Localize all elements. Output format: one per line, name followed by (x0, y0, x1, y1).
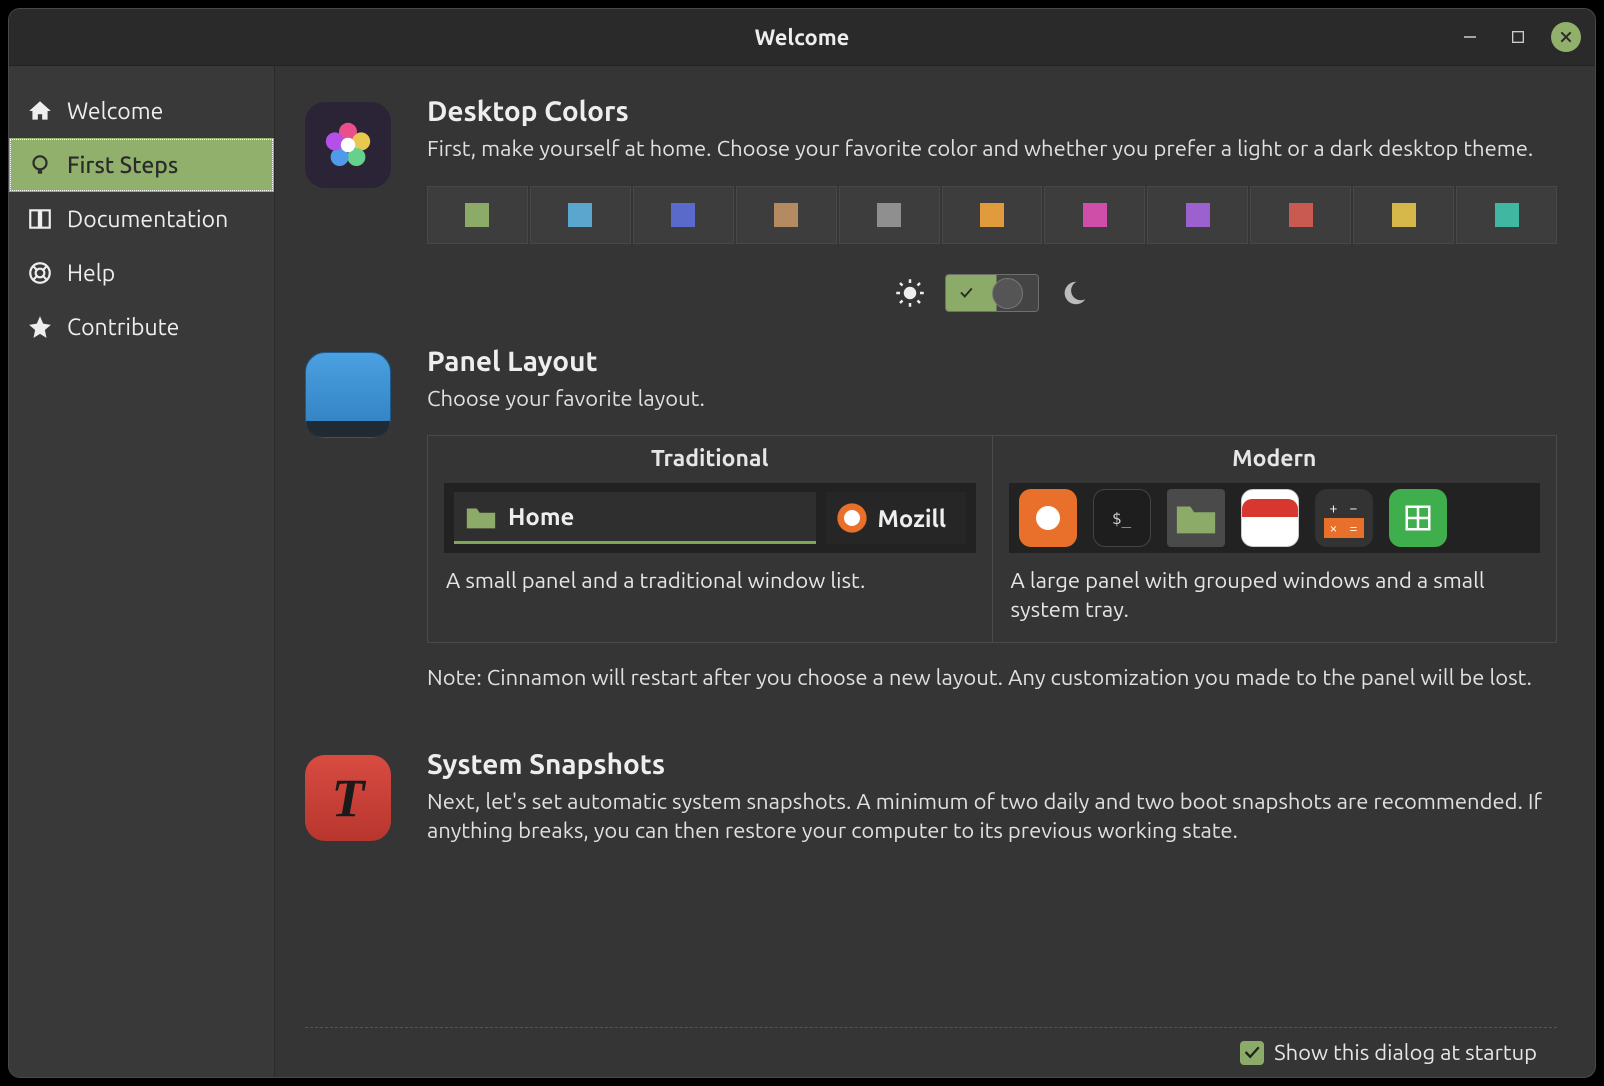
star-icon (27, 314, 53, 340)
spreadsheet-icon (1389, 489, 1447, 547)
swatch (980, 203, 1004, 227)
terminal-icon: $_ (1093, 489, 1151, 547)
preview-window-home: Home (454, 492, 816, 544)
body-area: Welcome First Steps Documentation Help (9, 66, 1595, 1077)
swatch (1289, 203, 1313, 227)
firefox-icon (1019, 489, 1077, 547)
swatch (465, 203, 489, 227)
layout-note: Note: Cinnamon will restart after you ch… (427, 663, 1557, 693)
color-swatch-red[interactable] (1250, 186, 1351, 244)
show-at-startup-checkbox[interactable]: ✓ (1240, 1041, 1264, 1065)
section-desc: Next, let's set automatic system snapsho… (427, 788, 1557, 845)
scroll-area[interactable]: Desktop Colors First, make yourself at h… (305, 96, 1557, 1027)
sidebar-item-welcome[interactable]: Welcome (9, 84, 274, 138)
modern-preview: $_ (1009, 483, 1541, 553)
color-picker-row (427, 186, 1557, 244)
swatch (1495, 203, 1519, 227)
moon-icon (1059, 278, 1089, 308)
window-title: Welcome (755, 25, 850, 50)
main-content: Desktop Colors First, make yourself at h… (275, 66, 1595, 1077)
layout-desc: A small panel and a traditional window l… (428, 553, 992, 614)
layout-title: Modern (993, 436, 1557, 483)
check-icon: ✓ (960, 283, 973, 303)
layout-title: Traditional (428, 436, 992, 483)
home-icon (27, 98, 53, 124)
section-desc: First, make yourself at home. Choose you… (427, 135, 1557, 164)
timeshift-icon: T (305, 755, 391, 841)
preview-window-mozilla: Mozill (826, 492, 966, 544)
startup-checkbox-row: ✓ Show this dialog at startup (305, 1027, 1557, 1077)
sidebar-item-label: Documentation (67, 207, 228, 232)
section-title: Desktop Colors (427, 96, 1557, 127)
sidebar-item-first-steps[interactable]: First Steps (9, 138, 274, 192)
section-panel-layout: Panel Layout Choose your favorite layout… (305, 346, 1557, 715)
sidebar-item-help[interactable]: Help (9, 246, 274, 300)
section-title: Panel Layout (427, 346, 1557, 377)
firefox-icon (836, 502, 868, 534)
color-swatch-blue[interactable] (530, 186, 631, 244)
sidebar-item-documentation[interactable]: Documentation (9, 192, 274, 246)
swatch (1186, 203, 1210, 227)
swatch (774, 203, 798, 227)
folder-icon (464, 502, 498, 532)
toggle-knob (992, 278, 1023, 309)
section-title: System Snapshots (427, 749, 1557, 780)
sun-icon (895, 278, 925, 308)
color-swatch-yellow[interactable] (1353, 186, 1454, 244)
color-swatch-teal[interactable] (1456, 186, 1557, 244)
color-swatch-indigo[interactable] (633, 186, 734, 244)
swatch (1392, 203, 1416, 227)
section-system-snapshots: T System Snapshots Next, let's set autom… (305, 749, 1557, 849)
window-controls (1455, 9, 1581, 65)
layout-option-traditional[interactable]: Traditional Home (428, 436, 993, 642)
life-ring-icon (27, 260, 53, 286)
color-swatch-pink[interactable] (1044, 186, 1145, 244)
layout-option-modern[interactable]: Modern $_ (993, 436, 1557, 642)
minimize-button[interactable] (1455, 22, 1485, 52)
color-swatch-orange[interactable] (942, 186, 1043, 244)
color-swatch-brown[interactable] (736, 186, 837, 244)
theme-toggle[interactable]: ✓ (945, 274, 1039, 312)
sidebar: Welcome First Steps Documentation Help (9, 66, 275, 1077)
sidebar-item-label: First Steps (67, 153, 178, 178)
book-icon (27, 206, 53, 232)
traditional-preview: Home Mozill (444, 483, 976, 553)
layout-desc: A large panel with grouped windows and a… (993, 553, 1557, 642)
swatch (877, 203, 901, 227)
layout-options: Traditional Home (427, 435, 1557, 643)
calculator-icon: + − × = (1315, 489, 1373, 547)
panel-icon (305, 352, 391, 438)
sidebar-item-label: Help (67, 261, 115, 286)
swatch (1083, 203, 1107, 227)
color-swatch-grey[interactable] (839, 186, 940, 244)
sidebar-item-label: Contribute (67, 315, 179, 340)
colors-icon (305, 102, 391, 188)
calendar-icon (1241, 489, 1299, 547)
section-desc: Choose your favorite layout. (427, 385, 1557, 414)
swatch (568, 203, 592, 227)
preview-label: Home (508, 503, 574, 530)
color-swatch-green[interactable] (427, 186, 528, 244)
titlebar: Welcome (9, 9, 1595, 66)
swatch (671, 203, 695, 227)
theme-toggle-row: ✓ (427, 274, 1557, 312)
preview-label: Mozill (878, 505, 947, 532)
show-at-startup-label[interactable]: Show this dialog at startup (1274, 1040, 1537, 1065)
maximize-button[interactable] (1503, 22, 1533, 52)
files-icon (1167, 489, 1225, 547)
welcome-window: Welcome Welcome (8, 8, 1596, 1078)
bulb-icon (27, 152, 53, 178)
sidebar-item-label: Welcome (67, 99, 163, 124)
section-desktop-colors: Desktop Colors First, make yourself at h… (305, 96, 1557, 312)
sidebar-item-contribute[interactable]: Contribute (9, 300, 274, 354)
close-button[interactable] (1551, 22, 1581, 52)
color-swatch-purple[interactable] (1147, 186, 1248, 244)
